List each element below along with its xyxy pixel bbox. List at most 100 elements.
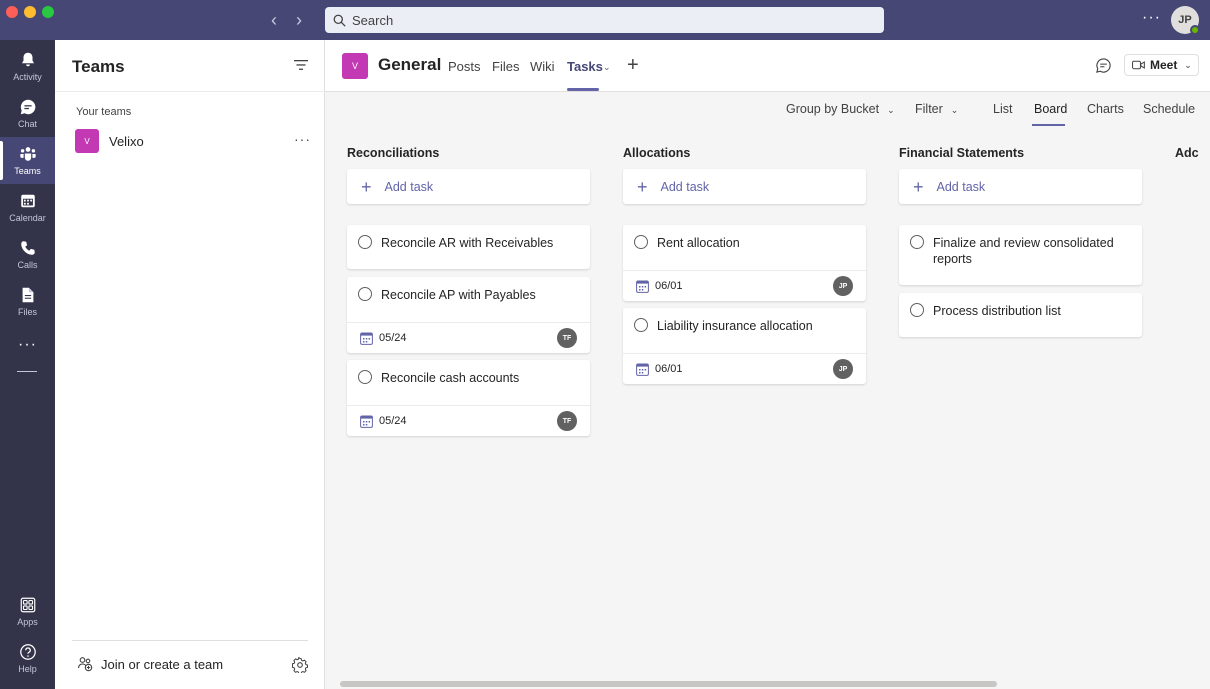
teams-list-pane: Teams Your teams V Velixo ··· Join or cr…: [55, 40, 325, 689]
rail-item-apps[interactable]: Apps: [0, 588, 55, 635]
due-date: 05/24: [379, 415, 407, 427]
rail-label: Chat: [17, 119, 37, 129]
view-board[interactable]: Board: [1034, 102, 1067, 116]
teams-window: ‹ › ··· JP Activity Chat Teams Calendar: [0, 0, 1210, 689]
tab-tasks[interactable]: Tasks: [567, 59, 603, 74]
calendar-icon: [360, 332, 373, 345]
complete-task-checkbox[interactable]: [634, 235, 648, 249]
settings-more-icon[interactable]: ···: [1142, 9, 1161, 27]
add-task-button[interactable]: + Add task: [623, 169, 866, 204]
meet-dropdown-chevron-icon[interactable]: ⌄: [1178, 54, 1199, 76]
active-view-indicator: [1032, 124, 1065, 126]
team-more-options-icon[interactable]: ···: [294, 131, 311, 147]
tab-wiki[interactable]: Wiki: [530, 59, 555, 74]
channel-name: General: [378, 55, 442, 74]
task-title: Process distribution list: [933, 304, 1061, 318]
tab-posts[interactable]: Posts: [448, 59, 481, 74]
phone-icon: [20, 241, 35, 255]
team-item-velixo[interactable]: V Velixo ···: [65, 126, 317, 156]
active-tab-indicator: [567, 88, 599, 91]
assignee-avatar[interactable]: JP: [833, 359, 853, 379]
rail-item-help[interactable]: Help: [0, 635, 55, 682]
divider: [72, 640, 308, 641]
meet-label: Meet: [1150, 58, 1178, 72]
conversation-icon[interactable]: [1095, 57, 1112, 74]
task-card[interactable]: Process distribution list: [899, 293, 1142, 337]
assignee-avatar[interactable]: TF: [557, 411, 577, 431]
assignee-avatar[interactable]: JP: [833, 276, 853, 296]
rail-label: Apps: [17, 617, 38, 627]
complete-task-checkbox[interactable]: [358, 370, 372, 384]
task-title: Reconcile AR with Receivables: [381, 236, 554, 250]
rail-item-chat[interactable]: Chat: [0, 90, 55, 137]
rail-item-files[interactable]: Files: [0, 278, 55, 325]
due-date: 06/01: [655, 363, 683, 375]
close-window-button[interactable]: [6, 6, 18, 18]
search-input[interactable]: [352, 12, 852, 28]
tab-files[interactable]: Files: [492, 59, 519, 74]
view-list[interactable]: List: [993, 102, 1012, 116]
complete-task-checkbox[interactable]: [910, 235, 924, 249]
complete-task-checkbox[interactable]: [358, 235, 372, 249]
filter-icon[interactable]: [292, 57, 310, 73]
channel-avatar: V: [342, 53, 368, 79]
rail-item-calendar[interactable]: Calendar: [0, 184, 55, 231]
add-task-button[interactable]: + Add task: [347, 169, 590, 204]
task-board: Reconciliations + Add task Reconcile AR …: [325, 128, 1210, 689]
filter-label: Filter: [915, 102, 943, 116]
title-bar: ‹ › ··· JP: [0, 0, 1210, 40]
horizontal-scrollbar[interactable]: [340, 681, 997, 687]
view-schedule[interactable]: Schedule: [1143, 102, 1195, 116]
task-card[interactable]: Reconcile AR with Receivables: [347, 225, 590, 269]
task-footer: 05/24 TF: [347, 322, 590, 353]
add-tab-plus-icon[interactable]: +: [627, 54, 639, 76]
task-card[interactable]: Liability insurance allocation 06/01 JP: [623, 308, 866, 384]
rail-label: Help: [18, 664, 37, 674]
due-date: 06/01: [655, 280, 683, 292]
maximize-window-button[interactable]: [42, 6, 54, 18]
join-or-create-team-button[interactable]: Join or create a team: [77, 656, 223, 672]
back-arrow-icon[interactable]: ‹: [264, 9, 284, 31]
complete-task-checkbox[interactable]: [358, 287, 372, 301]
add-task-label: Add task: [936, 179, 986, 194]
task-card[interactable]: Reconcile cash accounts 05/24 TF: [347, 360, 590, 436]
rail-more-apps[interactable]: ···: [0, 324, 55, 366]
rail-item-teams[interactable]: Teams: [0, 137, 55, 184]
task-title: Reconcile AP with Payables: [381, 288, 536, 302]
rail-label: Teams: [14, 166, 41, 176]
task-card[interactable]: Reconcile AP with Payables 05/24 TF: [347, 277, 590, 353]
calendar-icon: [360, 415, 373, 428]
complete-task-checkbox[interactable]: [634, 318, 648, 332]
task-title: Liability insurance allocation: [657, 319, 813, 333]
plus-icon: +: [361, 176, 372, 197]
rail-item-activity[interactable]: Activity: [0, 43, 55, 90]
rail-divider: [17, 371, 37, 372]
search-box[interactable]: [325, 7, 884, 33]
rail-label: Calendar: [9, 213, 46, 223]
view-charts[interactable]: Charts: [1087, 102, 1124, 116]
task-card[interactable]: Finalize and review consolidated reports: [899, 225, 1142, 285]
forward-arrow-icon[interactable]: ›: [289, 9, 309, 31]
task-card[interactable]: Rent allocation 06/01 JP: [623, 225, 866, 301]
join-team-label: Join or create a team: [101, 656, 224, 672]
filter-dropdown[interactable]: Filter ⌄: [915, 102, 958, 116]
task-footer: 05/24 TF: [347, 405, 590, 436]
calendar-icon: [20, 194, 35, 208]
complete-task-checkbox[interactable]: [910, 303, 924, 317]
task-title: Rent allocation: [657, 236, 740, 250]
planner-toolbar: Group by Bucket ⌄ Filter ⌄ List Board Char…: [325, 92, 1210, 128]
assignee-avatar[interactable]: TF: [557, 328, 577, 348]
profile-avatar[interactable]: JP: [1171, 6, 1200, 35]
add-people-icon: [77, 657, 93, 672]
minimize-window-button[interactable]: [24, 6, 36, 18]
gear-icon[interactable]: [292, 657, 308, 673]
group-by-dropdown[interactable]: Group by Bucket ⌄: [786, 102, 895, 116]
rail-item-calls[interactable]: Calls: [0, 231, 55, 278]
app-rail: Activity Chat Teams Calendar Calls Files…: [0, 40, 55, 689]
pane-title: Teams: [72, 57, 125, 76]
file-icon: [22, 287, 33, 303]
chevron-down-icon[interactable]: ⌄: [603, 62, 611, 73]
bucket-title: Reconciliations: [347, 146, 440, 160]
calendar-icon: [636, 280, 649, 293]
add-task-button[interactable]: + Add task: [899, 169, 1142, 204]
